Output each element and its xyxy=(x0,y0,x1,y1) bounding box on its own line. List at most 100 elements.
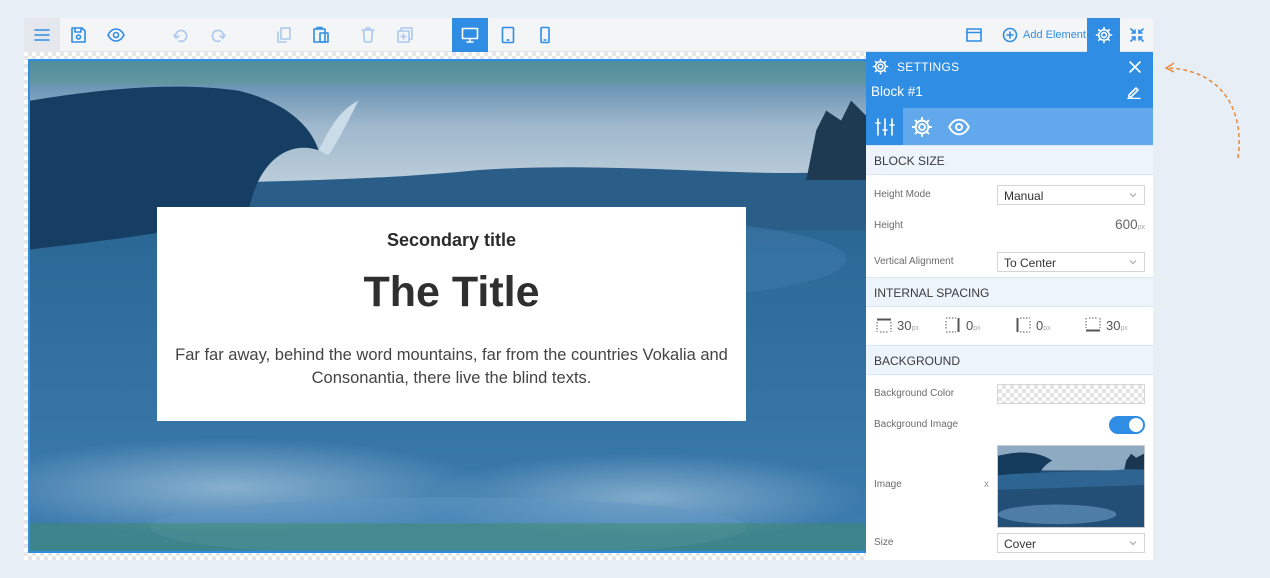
tablet-view-button[interactable] xyxy=(490,18,526,52)
height-unit: px xyxy=(1137,224,1145,231)
section-background[interactable]: BACKGROUND xyxy=(866,345,1153,375)
copy-icon xyxy=(277,27,291,43)
padding-right-icon xyxy=(945,317,960,333)
settings-toggle-button[interactable] xyxy=(1087,18,1120,52)
padding-top-input[interactable]: 30px xyxy=(876,317,919,333)
chevron-down-icon xyxy=(1129,541,1137,546)
padding-right-unit: px xyxy=(973,324,981,332)
tab-style[interactable] xyxy=(866,108,903,145)
size-value: Cover xyxy=(1004,537,1037,551)
edit-pencil-icon[interactable] xyxy=(1127,85,1141,99)
save-button[interactable] xyxy=(60,18,96,52)
mobile-view-button[interactable] xyxy=(527,18,563,52)
background-image-row: Background Image xyxy=(866,409,1153,437)
padding-bottom-input[interactable]: 30px xyxy=(1085,317,1128,333)
tab-settings[interactable] xyxy=(903,108,940,145)
padding-bottom-icon xyxy=(1085,317,1101,332)
layout-button[interactable] xyxy=(956,18,992,52)
height-input[interactable]: 600px xyxy=(1115,217,1145,232)
secondary-title[interactable]: Secondary title xyxy=(157,230,746,251)
eye-icon xyxy=(107,28,125,42)
ocean-thumbnail-image xyxy=(998,446,1144,527)
content-card[interactable]: Secondary title The Title Far far away, … xyxy=(157,207,746,421)
window-layout-icon xyxy=(966,28,982,42)
height-row: Height 600px xyxy=(866,211,1153,241)
paste-icon xyxy=(313,26,329,43)
save-icon xyxy=(71,27,86,43)
mobile-icon xyxy=(540,26,550,44)
settings-tabs xyxy=(866,108,1153,145)
height-mode-select[interactable]: Manual xyxy=(997,185,1145,205)
background-image-toggle[interactable] xyxy=(1109,416,1145,434)
main-title[interactable]: The Title xyxy=(157,271,746,314)
background-color-label: Background Color xyxy=(874,388,955,399)
image-row: Image x xyxy=(866,437,1153,528)
duplicate-icon xyxy=(397,27,413,43)
padding-bottom-value: 30 xyxy=(1106,317,1121,333)
gear-icon xyxy=(1095,26,1112,44)
background-image-thumbnail[interactable] xyxy=(997,445,1145,528)
collapse-button[interactable] xyxy=(1120,18,1153,52)
vertical-alignment-value: To Center xyxy=(1004,256,1057,270)
section-internal-spacing[interactable]: INTERNAL SPACING xyxy=(866,277,1153,307)
padding-right-input[interactable]: 0px xyxy=(945,317,981,333)
sliders-icon xyxy=(874,117,895,136)
redo-button[interactable] xyxy=(200,18,236,52)
height-mode-label: Height Mode xyxy=(874,189,931,200)
height-label: Height xyxy=(874,220,903,231)
padding-top-value: 30 xyxy=(897,317,912,333)
size-label: Size xyxy=(874,537,894,548)
copy-button[interactable] xyxy=(266,18,302,52)
size-select[interactable]: Cover xyxy=(997,533,1145,553)
preview-button[interactable] xyxy=(98,18,134,52)
size-row: Size Cover xyxy=(866,527,1153,559)
trash-icon xyxy=(361,27,375,43)
plus-circle-icon xyxy=(1002,27,1018,43)
settings-gear-icon xyxy=(872,58,889,75)
duplicate-button[interactable] xyxy=(387,18,423,52)
body-text[interactable]: Far far away, behind the word mountains,… xyxy=(173,344,730,390)
selected-block[interactable]: Secondary title The Title Far far away, … xyxy=(28,59,866,553)
background-color-row: Background Color xyxy=(866,375,1153,409)
delete-button[interactable] xyxy=(350,18,386,52)
vertical-alignment-label: Vertical Alignment xyxy=(874,256,954,267)
desktop-view-button[interactable] xyxy=(452,18,488,52)
image-label: Image xyxy=(874,479,902,490)
collapse-icon xyxy=(1129,28,1144,42)
block-name: Block #1 xyxy=(871,84,923,99)
undo-button[interactable] xyxy=(163,18,199,52)
curved-arrow-annotation xyxy=(1160,58,1250,168)
editor-canvas: Secondary title The Title Far far away, … xyxy=(24,52,866,560)
vertical-alignment-select[interactable]: To Center xyxy=(997,252,1145,272)
paste-button[interactable] xyxy=(303,18,339,52)
close-icon[interactable] xyxy=(1127,59,1143,75)
top-toolbar: Add Element xyxy=(24,18,1153,52)
background-color-swatch[interactable] xyxy=(997,384,1145,404)
vertical-alignment-row: Vertical Alignment To Center xyxy=(866,241,1153,277)
settings-title: SETTINGS xyxy=(897,60,960,74)
padding-top-icon xyxy=(876,318,892,333)
gear-tab-icon xyxy=(911,116,932,137)
redo-icon xyxy=(211,29,226,43)
chevron-down-icon xyxy=(1129,260,1137,265)
height-mode-value: Manual xyxy=(1004,189,1044,203)
menu-button[interactable] xyxy=(24,18,60,52)
dashed-arrow-icon xyxy=(1164,62,1240,159)
padding-bottom-unit: px xyxy=(1120,324,1128,332)
height-value: 600 xyxy=(1115,217,1138,232)
undo-icon xyxy=(173,29,188,43)
add-element-label: Add Element xyxy=(1023,29,1086,41)
hamburger-icon xyxy=(34,29,50,41)
tablet-icon xyxy=(501,26,515,44)
padding-left-input[interactable]: 0px xyxy=(1015,317,1051,333)
add-element-button[interactable]: Add Element xyxy=(1002,18,1086,52)
desktop-icon xyxy=(461,27,479,43)
clear-image-button[interactable]: x xyxy=(984,479,989,490)
background-image-label: Background Image xyxy=(874,419,958,430)
chevron-down-icon xyxy=(1129,193,1137,198)
padding-top-unit: px xyxy=(911,324,919,332)
section-block-size[interactable]: BLOCK SIZE xyxy=(866,145,1153,175)
padding-left-icon xyxy=(1016,317,1031,333)
padding-left-unit: px xyxy=(1043,324,1051,332)
tab-visibility[interactable] xyxy=(940,108,977,145)
